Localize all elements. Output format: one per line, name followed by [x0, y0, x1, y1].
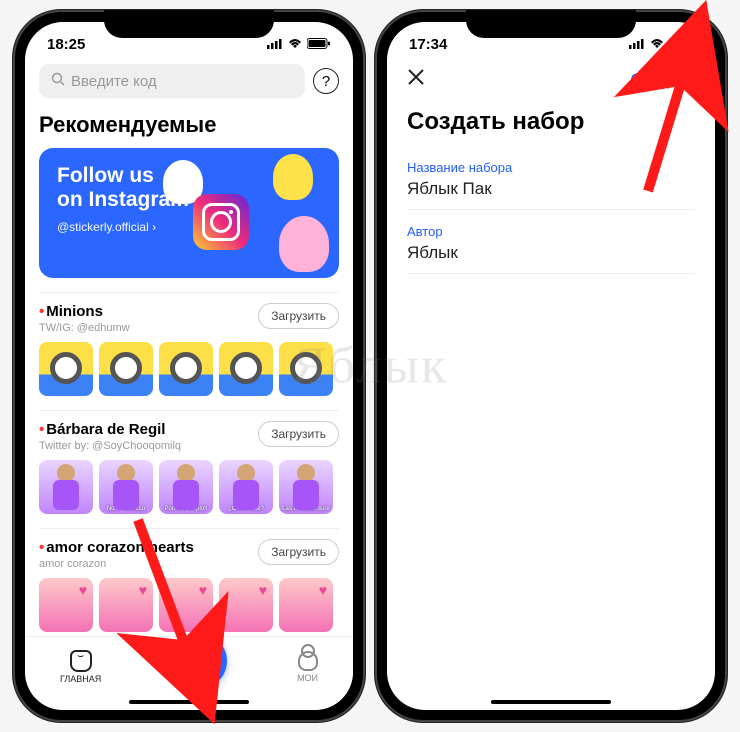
field-label: Название набора — [407, 160, 695, 175]
download-button[interactable]: Загрузить — [258, 421, 339, 447]
promo-stickers — [183, 154, 333, 272]
sticker-thumb[interactable]: Pon el ejemplo!! — [159, 460, 213, 514]
download-button[interactable]: Загрузить — [258, 303, 339, 329]
home-icon — [70, 650, 92, 672]
download-button[interactable]: Загрузить — [258, 539, 339, 565]
pack-title: Minions — [39, 303, 130, 320]
search-icon — [51, 72, 65, 90]
sticker-pack[interactable]: amor corazon hearts amor corazon Загрузи… — [39, 528, 339, 632]
form-field-name[interactable]: Название набора Яблык Пак — [407, 160, 695, 210]
phone-right: 17:34 Соз — [375, 10, 727, 722]
field-value: Яблык — [407, 243, 695, 274]
status-time: 17:34 — [409, 36, 447, 53]
screen-right: 17:34 Соз — [387, 22, 715, 710]
help-button[interactable]: ? — [313, 68, 339, 94]
promo-banner[interactable]: Follow us on Instagram @stickerly.offici… — [39, 148, 339, 278]
sticker-thumb[interactable] — [279, 578, 333, 632]
sticker-pack[interactable]: Minions TW/IG: @edhumw Загрузить — [39, 292, 339, 396]
nav-home-label: ГЛАВНАЯ — [60, 674, 101, 684]
sticker-thumb[interactable] — [99, 578, 153, 632]
home-indicator[interactable] — [491, 700, 611, 704]
wifi-icon — [649, 36, 665, 53]
sticker-thumb[interactable] — [39, 342, 93, 396]
sticker-thumb[interactable] — [219, 342, 273, 396]
pack-subtitle: amor corazon — [39, 558, 194, 570]
signal-icon — [629, 36, 645, 53]
nav-home[interactable]: ГЛАВНАЯ — [60, 650, 101, 684]
add-button[interactable]: + — [171, 633, 227, 689]
pack-title: Bárbara de Regil — [39, 421, 181, 438]
sticker-thumb[interactable] — [159, 578, 213, 632]
sticker-thumb[interactable] — [279, 342, 333, 396]
sticker-thumb[interactable]: ¿Como dice? — [219, 460, 273, 514]
field-label: Автор — [407, 224, 695, 239]
sticker-thumb[interactable]: No te conozco — [99, 460, 153, 514]
status-icons — [629, 36, 693, 53]
search-input[interactable]: Введите код — [39, 64, 305, 98]
status-icons — [267, 36, 331, 53]
nav-my[interactable]: МОИ — [297, 651, 318, 683]
bottom-nav: ГЛАВНАЯ + МОИ — [25, 636, 353, 710]
signal-icon — [267, 36, 283, 53]
screen-left: 18:25 — [25, 22, 353, 710]
sticker-row — [39, 342, 339, 396]
person-icon — [298, 651, 318, 671]
sticker-thumb[interactable] — [39, 460, 93, 514]
battery-icon — [307, 36, 331, 53]
pack-title: amor corazon hearts — [39, 539, 194, 556]
field-value: Яблык Пак — [407, 179, 695, 210]
close-icon — [407, 68, 425, 86]
sticker-thumb[interactable] — [159, 342, 213, 396]
sticker-thumb[interactable]: Las tentadas sure — [279, 460, 333, 514]
modal-title: Создать набор — [407, 108, 701, 136]
pack-subtitle: Twitter by: @SoyChooqomilq — [39, 440, 181, 452]
form-field-author[interactable]: Автор Яблык — [407, 224, 695, 274]
pack-subtitle: TW/IG: @edhumw — [39, 322, 130, 334]
sticker-pink-creature — [279, 216, 329, 272]
plus-icon: + — [190, 644, 208, 678]
status-time: 18:25 — [47, 36, 85, 53]
search-placeholder: Введите код — [71, 73, 157, 90]
sticker-pack[interactable]: Bárbara de Regil Twitter by: @SoyChooqom… — [39, 410, 339, 514]
sticker-thumb[interactable] — [99, 342, 153, 396]
home-indicator[interactable] — [129, 700, 249, 704]
section-title: Рекомендуемые — [39, 112, 339, 138]
battery-icon — [669, 36, 693, 53]
sticker-row: No te conozco Pon el ejemplo!! ¿Como dic… — [39, 460, 339, 514]
phone-left: 18:25 — [13, 10, 365, 722]
sticker-thumb[interactable] — [39, 578, 93, 632]
sticker-thumb[interactable] — [219, 578, 273, 632]
close-button[interactable] — [407, 68, 425, 92]
instagram-icon — [193, 194, 249, 250]
nav-my-label: МОИ — [297, 673, 318, 683]
notch — [466, 10, 636, 38]
create-action[interactable]: Создать — [630, 70, 695, 90]
notch — [104, 10, 274, 38]
sticker-yellow-face — [273, 154, 313, 200]
wifi-icon — [287, 36, 303, 53]
sticker-row — [39, 578, 339, 632]
